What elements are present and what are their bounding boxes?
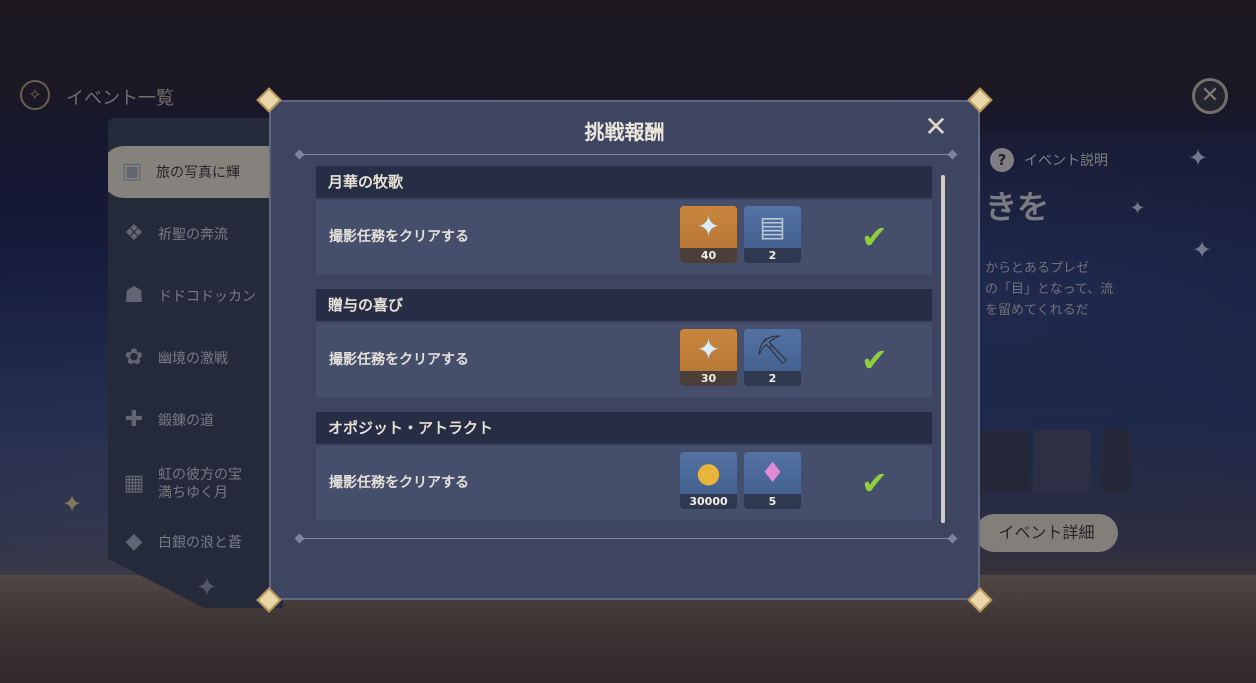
close-icon[interactable]: ✕ bbox=[921, 112, 951, 142]
reward-row: 撮影任務をクリアする ✦ 40 ▤ 2 ✔ bbox=[316, 200, 932, 274]
section-header: オポジット・アトラクト bbox=[316, 412, 932, 444]
check-icon: ✔ bbox=[861, 341, 888, 379]
primogem-icon: ✦ bbox=[696, 333, 721, 366]
reward-count: 2 bbox=[744, 248, 801, 263]
reward-item[interactable]: ▤ 2 bbox=[744, 206, 801, 263]
reward-item[interactable]: ✦ 40 bbox=[680, 206, 737, 263]
section-header: 月華の牧歌 bbox=[316, 166, 932, 198]
reward-count: 2 bbox=[744, 371, 801, 386]
task-label: 撮影任務をクリアする bbox=[329, 229, 469, 245]
dialog-title: 挑戦報酬 bbox=[584, 120, 665, 144]
check-icon: ✔ bbox=[861, 464, 888, 502]
scrollbar-thumb[interactable] bbox=[941, 175, 945, 523]
reward-row: 撮影任務をクリアする ● 30000 ♦ 5 ✔ bbox=[316, 446, 932, 520]
section-header: 贈与の喜び bbox=[316, 289, 932, 321]
reward-item[interactable]: ⛏ 2 bbox=[744, 329, 801, 386]
primogem-icon: ✦ bbox=[696, 210, 721, 243]
check-icon: ✔ bbox=[861, 218, 888, 256]
reward-count: 30000 bbox=[680, 494, 737, 509]
reward-count: 40 bbox=[680, 248, 737, 263]
scrollbar[interactable] bbox=[941, 175, 945, 523]
divider bbox=[299, 154, 953, 155]
task-label: 撮影任務をクリアする bbox=[329, 475, 469, 491]
ore-icon: ⛏ bbox=[754, 333, 791, 366]
reward-count: 5 bbox=[744, 494, 801, 509]
divider bbox=[299, 538, 953, 539]
reward-count: 30 bbox=[680, 371, 737, 386]
reward-item[interactable]: ✦ 30 bbox=[680, 329, 737, 386]
reward-item[interactable]: ♦ 5 bbox=[744, 452, 801, 509]
book-icon: ▤ bbox=[759, 210, 786, 243]
reward-row: 撮影任務をクリアする ✦ 30 ⛏ 2 ✔ bbox=[316, 323, 932, 397]
mora-icon: ● bbox=[696, 456, 721, 489]
crystal-icon: ♦ bbox=[759, 456, 786, 489]
reward-item[interactable]: ● 30000 bbox=[680, 452, 737, 509]
challenge-rewards-dialog: 挑戦報酬 ✕ 月華の牧歌 撮影任務をクリアする ✦ 40 ▤ 2 ✔ 贈与の喜び… bbox=[256, 87, 993, 613]
task-label: 撮影任務をクリアする bbox=[329, 352, 469, 368]
